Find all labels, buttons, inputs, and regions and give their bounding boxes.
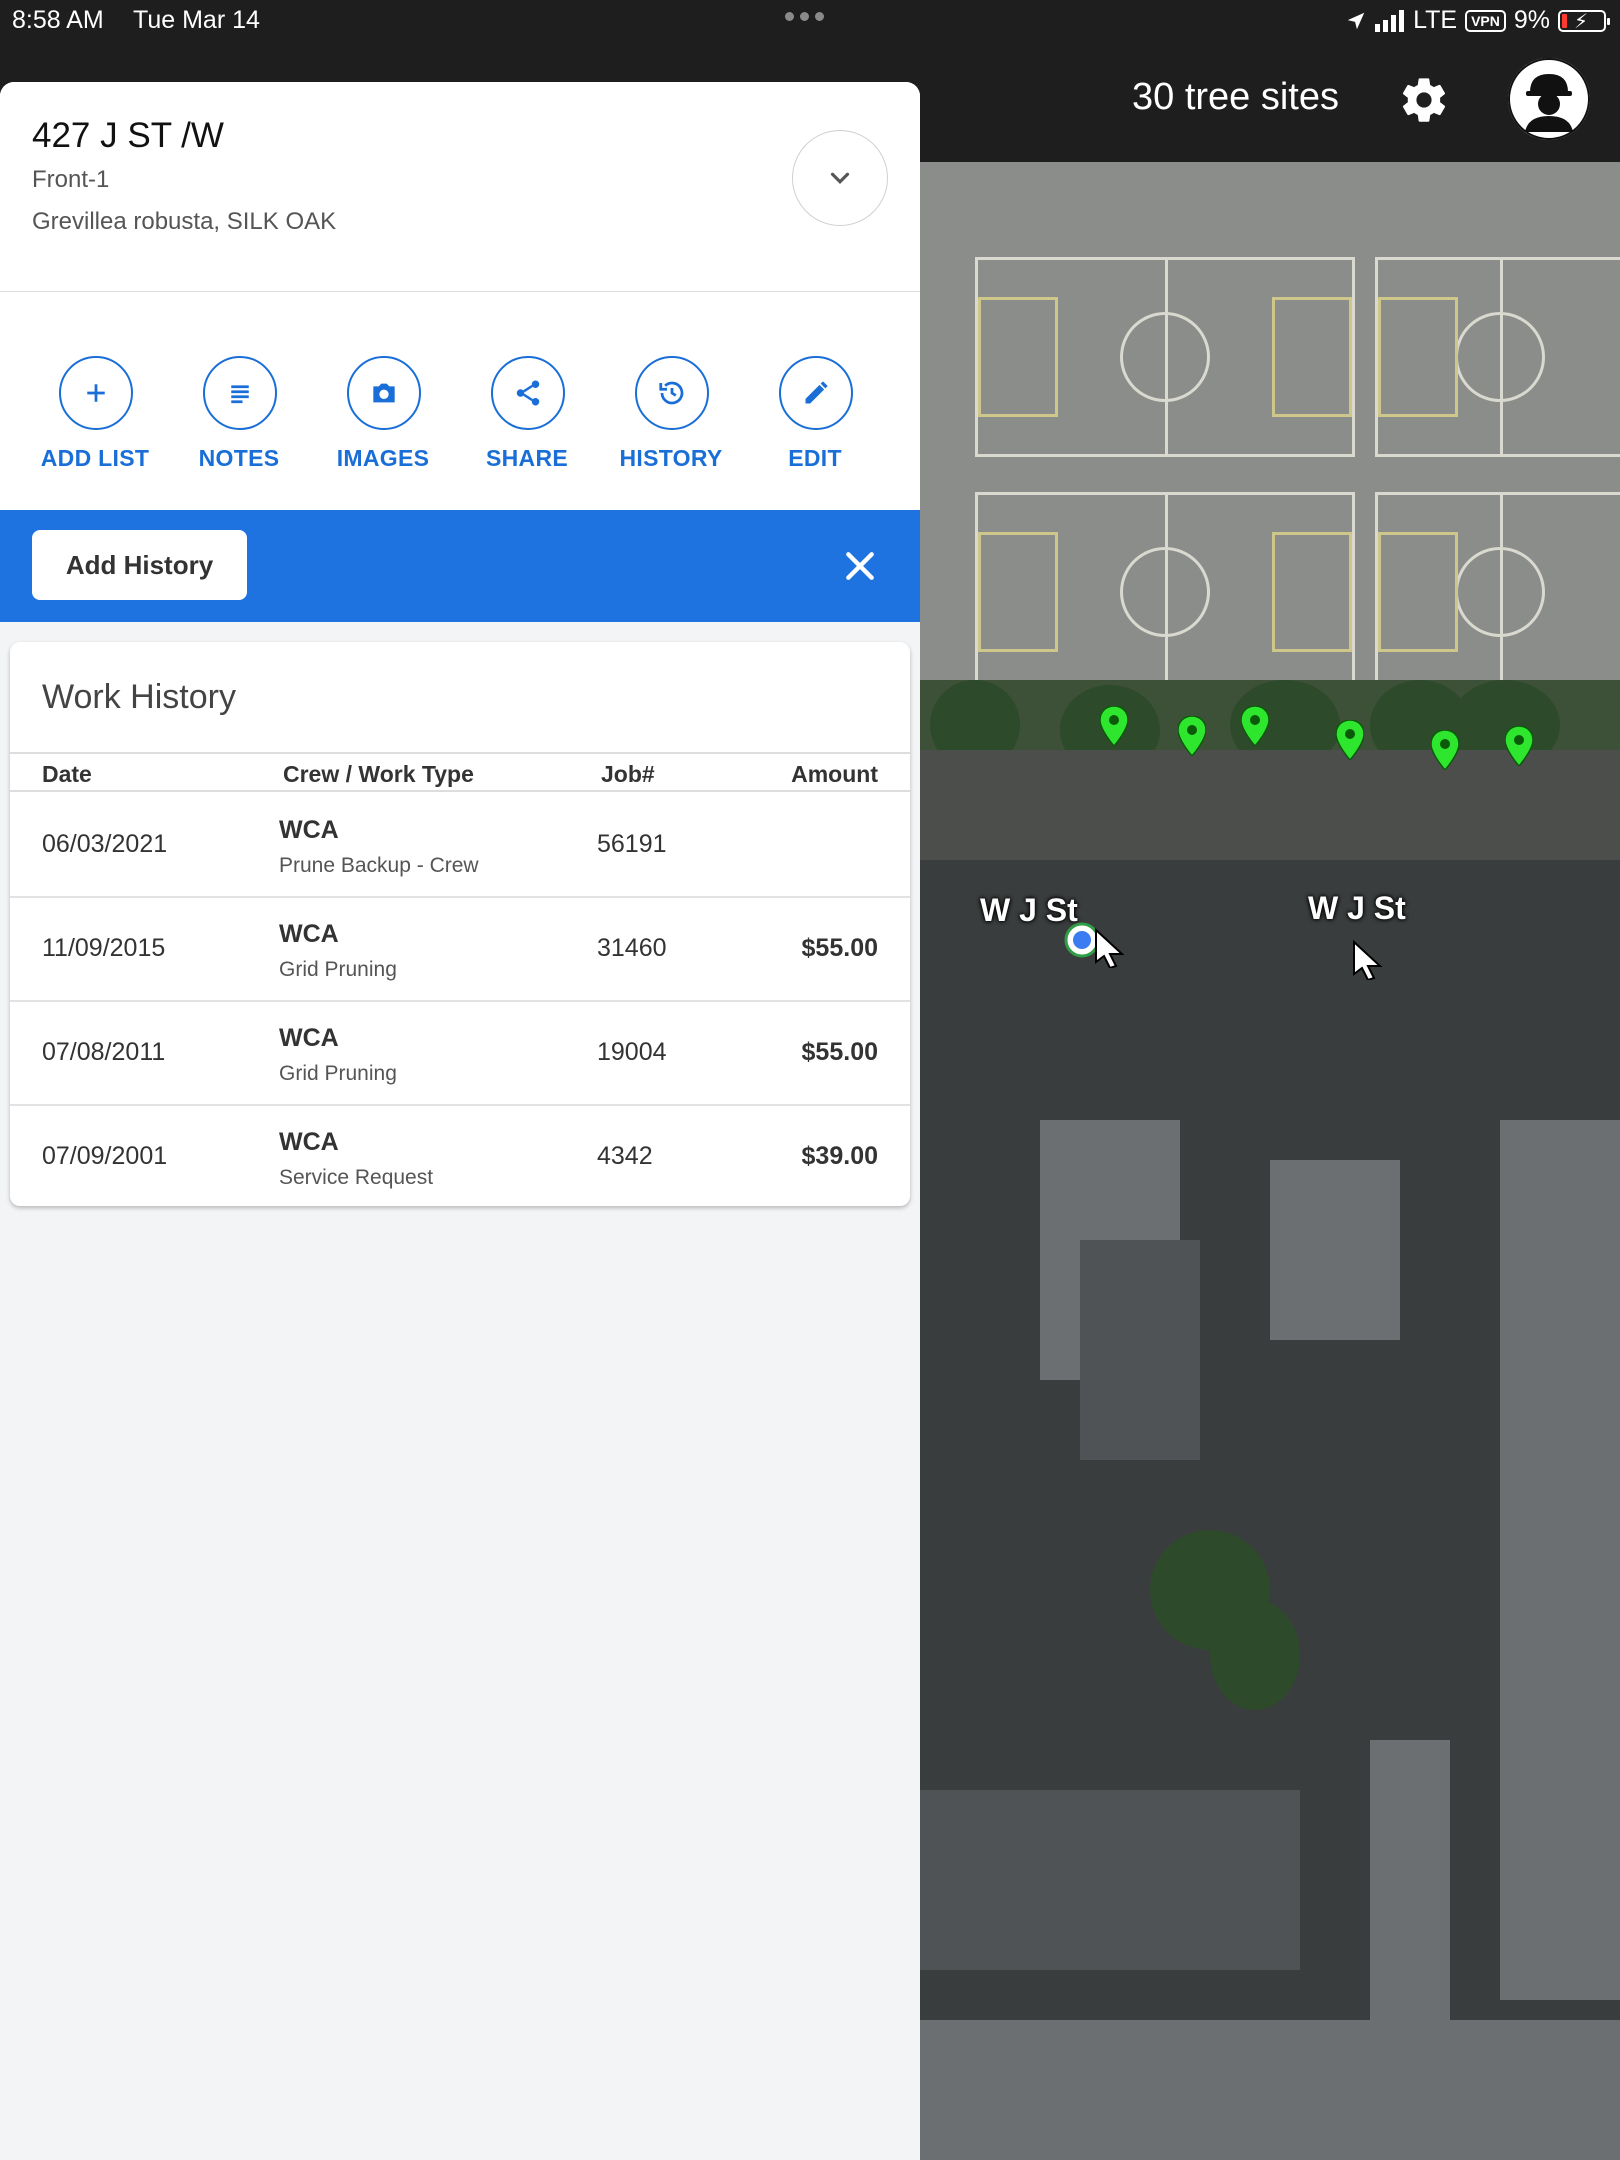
- share-icon: [516, 380, 540, 406]
- row-date: 07/08/2011: [42, 1038, 166, 1066]
- work-history-title: Work History: [42, 678, 236, 716]
- notes-icon: [231, 385, 249, 404]
- column-header-crew: Crew / Work Type: [283, 761, 474, 787]
- basketball-courts: [920, 162, 1620, 722]
- row-crew: WCA: [279, 1128, 339, 1156]
- site-species: Grevillea robusta, SILK OAK: [32, 208, 337, 235]
- row-job: 19004: [597, 1038, 667, 1066]
- status-indicators: LTE VPN 9% ⚡: [1345, 6, 1610, 35]
- column-header-date: Date: [42, 761, 92, 787]
- row-crew: WCA: [279, 1024, 339, 1052]
- camera-icon: [373, 383, 395, 403]
- vpn-badge: VPN: [1465, 9, 1506, 32]
- site-location: Front-1: [32, 166, 110, 193]
- location-arrow-icon: [1347, 12, 1365, 29]
- tree-sites-count: 30 tree sites: [1132, 76, 1339, 118]
- work-history-card: Work History Date Crew / Work Type Job# …: [10, 642, 910, 1206]
- signal-icon: [1375, 9, 1405, 32]
- tree-marker-icon[interactable]: [1241, 706, 1269, 746]
- row-work-type: Grid Pruning: [279, 1062, 397, 1085]
- action-label: EDIT: [788, 445, 842, 471]
- gear-icon[interactable]: [1398, 74, 1450, 126]
- row-amount: $55.00: [801, 934, 878, 962]
- hardhat-user-icon[interactable]: [1508, 58, 1590, 140]
- tree-marker-icon[interactable]: [1505, 726, 1533, 766]
- action-bar: ADD LIST NOTES IMAGES SHARE HISTORY EDIT: [0, 292, 920, 510]
- action-label: SHARE: [485, 445, 568, 471]
- chevron-down-icon: [830, 172, 850, 184]
- network-type: LTE: [1413, 6, 1458, 34]
- row-job: 56191: [597, 830, 667, 858]
- table-header: Date Crew / Work Type Job# Amount: [10, 752, 910, 792]
- action-label: IMAGES: [336, 445, 430, 471]
- add-history-button[interactable]: Add History: [32, 530, 247, 600]
- row-crew: WCA: [279, 816, 339, 844]
- status-date: Tue Mar 14: [133, 6, 260, 34]
- action-label: ADD LIST: [40, 445, 150, 471]
- tree-marker-icon[interactable]: [1336, 720, 1364, 760]
- row-amount: $39.00: [801, 1142, 878, 1170]
- table-row[interactable]: 11/09/2015 WCA Grid Pruning 31460 $55.00: [10, 898, 910, 1002]
- row-date: 11/09/2015: [42, 934, 166, 962]
- street: [920, 750, 1620, 860]
- table-row[interactable]: 07/08/2011 WCA Grid Pruning 19004 $55.00: [10, 1002, 910, 1106]
- action-label: HISTORY: [619, 445, 723, 471]
- close-icon[interactable]: [840, 546, 880, 586]
- history-icon: [659, 381, 684, 405]
- site-address: 427 J ST /W: [32, 116, 224, 155]
- row-job: 4342: [597, 1142, 653, 1170]
- selected-pointer-icon: [1353, 940, 1383, 980]
- action-label: NOTES: [198, 445, 280, 471]
- table-row[interactable]: 06/03/2021 WCA Prune Backup - Crew 56191: [10, 794, 910, 898]
- street-label: W J St: [1308, 890, 1406, 926]
- history-toolbar: Add History: [0, 510, 920, 622]
- row-crew: WCA: [279, 920, 339, 948]
- plus-icon: [87, 384, 105, 402]
- site-header: 427 J ST /W Front-1 Grevillea robusta, S…: [0, 82, 920, 292]
- battery-icon: ⚡: [1558, 9, 1610, 33]
- multitasking-dots-icon[interactable]: [785, 12, 824, 21]
- row-date: 07/09/2001: [42, 1142, 168, 1170]
- row-work-type: Grid Pruning: [279, 958, 397, 981]
- row-amount: $55.00: [801, 1038, 878, 1066]
- table-row[interactable]: 07/09/2001 WCA Service Request 4342 $39.…: [10, 1106, 910, 1206]
- column-header-amount: Amount: [791, 761, 878, 787]
- collapse-panel-button[interactable]: [792, 130, 888, 226]
- tree-marker-icon[interactable]: [1100, 706, 1128, 746]
- site-detail-panel: 427 J ST /W Front-1 Grevillea robusta, S…: [0, 82, 920, 2160]
- selected-pointer-icon: [1095, 928, 1125, 968]
- tree-marker-icon[interactable]: [1178, 716, 1206, 756]
- status-time: 8:58 AM: [12, 6, 104, 34]
- row-date: 06/03/2021: [42, 830, 168, 858]
- tree-marker-icon[interactable]: [1431, 730, 1459, 770]
- row-work-type: Prune Backup - Crew: [279, 854, 479, 877]
- pencil-icon: [805, 381, 828, 404]
- row-work-type: Service Request: [279, 1166, 434, 1189]
- battery-percent: 9%: [1513, 6, 1550, 34]
- status-bar: 8:58 AM Tue Mar 14 LTE VPN 9% ⚡: [0, 0, 1620, 40]
- column-header-job: Job#: [601, 761, 655, 787]
- row-job: 31460: [597, 934, 667, 962]
